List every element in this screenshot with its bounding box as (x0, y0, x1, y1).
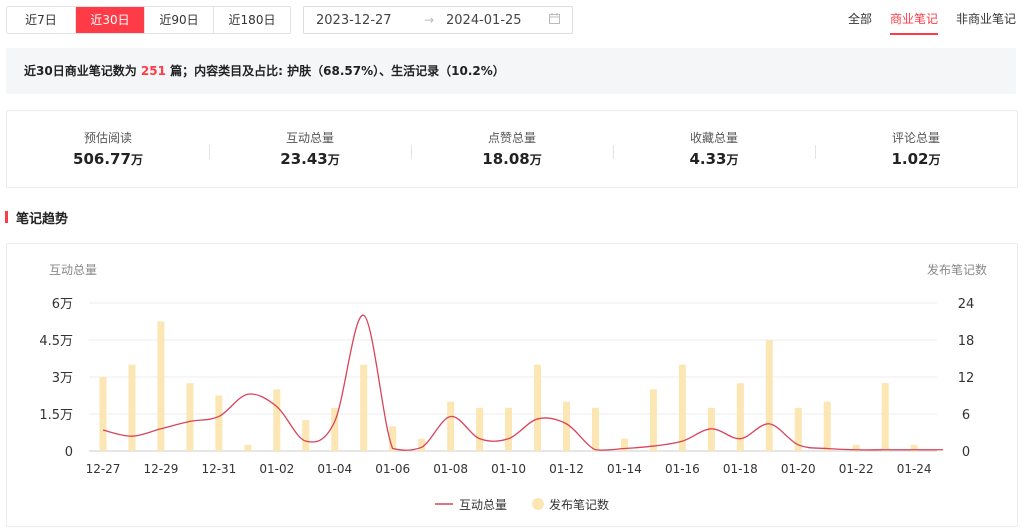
y-right-tick-label: 18 (958, 334, 975, 349)
stat-label: 预估阅读 (83, 131, 132, 145)
date-end[interactable]: 2024-01-25 (446, 13, 522, 28)
bar-mark (823, 401, 831, 451)
note-type-tabs: 全部 商业笔记 非商业笔记 (830, 10, 1016, 35)
stat-value: 506.77万 (73, 150, 143, 168)
bar-mark (215, 395, 223, 451)
stat-value: 23.43万 (280, 150, 340, 168)
x-tick-label: 01-06 (375, 462, 410, 476)
x-tick-label: 01-08 (433, 462, 468, 476)
bar-mark (534, 364, 542, 451)
section-title-accent (5, 211, 8, 223)
x-tick-label: 01-04 (317, 462, 352, 476)
summary-count: 251 (140, 64, 166, 78)
bar-mark (244, 444, 252, 451)
calendar-icon[interactable] (549, 13, 560, 24)
x-tick-label: 01-16 (665, 462, 700, 476)
bar-mark (678, 364, 686, 451)
bar-mark (591, 407, 599, 451)
x-tick-label: 01-22 (839, 462, 874, 476)
stat-likes: 点赞总量 18.08万 (411, 129, 613, 168)
date-range-picker[interactable]: 2023-12-27 → 2024-01-25 (303, 6, 573, 34)
stat-value: 18.08万 (482, 150, 542, 168)
summary-prefix: 近30日商业笔记数为 (24, 64, 137, 78)
y-left-tick-label: 1.5万 (39, 408, 73, 423)
range-tab-180d[interactable]: 近180日 (214, 7, 290, 33)
summary-category-1: 护肤（68.57%） (287, 64, 380, 78)
stats-panel: 预估阅读 506.77万 互动总量 23.43万 点赞总量 18.08万 收藏总… (6, 110, 1018, 188)
legend-label-notes: 发布笔记数 (549, 497, 609, 512)
bar-mark (736, 383, 744, 451)
tab-non-commercial[interactable]: 非商业笔记 (956, 10, 1016, 35)
x-tick-label: 12-31 (201, 462, 236, 476)
bar-mark (765, 340, 773, 451)
section-title: 笔记趋势 (5, 208, 69, 227)
legend-bar-marker (532, 498, 544, 510)
y-left-tick-label: 4.5万 (39, 334, 73, 349)
tab-commercial[interactable]: 商业笔记 (889, 10, 938, 35)
stat-interactions: 互动总量 23.43万 (209, 129, 411, 168)
tab-all[interactable]: 全部 (848, 10, 872, 35)
x-tick-label: 01-20 (781, 462, 816, 476)
stat-label: 评论总量 (891, 131, 940, 145)
y-left-tick-label: 3万 (52, 371, 73, 386)
bar-mark (360, 364, 368, 451)
bar-mark (186, 383, 194, 451)
stat-label: 点赞总量 (487, 131, 536, 145)
bar-mark (302, 420, 310, 451)
y-right-tick-label: 0 (962, 445, 970, 460)
x-tick-label: 01-12 (549, 462, 584, 476)
trend-chart: 互动总量 发布笔记数0 01.5万 63万 124.5万 186万 2412-27 12-29… (39, 262, 987, 512)
stat-favorites: 收藏总量 4.33万 (613, 129, 815, 168)
summary-banner: 近30日商业笔记数为 251 篇；内容类目及占比: 护肤（68.57%）、生活记… (6, 48, 1016, 94)
summary-separator: 、 (379, 64, 392, 78)
x-tick-label: 12-27 (86, 462, 121, 476)
y-right-tick-label: 12 (958, 371, 975, 386)
x-tick-label: 01-18 (723, 462, 758, 476)
legend-label-interactions: 互动总量 (459, 498, 507, 512)
line-series-interactions (102, 314, 944, 451)
y-left-tick-label: 6万 (52, 297, 73, 312)
range-tab-30d[interactable]: 近30日 (76, 7, 145, 33)
stat-comments: 评论总量 1.02万 (815, 129, 1017, 168)
stat-value: 4.33万 (689, 150, 739, 168)
y-right-axis-title: 发布笔记数 (927, 262, 987, 277)
x-tick-label: 01-02 (259, 462, 294, 476)
x-tick-label: 01-14 (607, 462, 642, 476)
x-tick-label: 12-29 (144, 462, 179, 476)
bar-mark (476, 407, 484, 451)
section-title-text: 笔记趋势 (16, 212, 69, 227)
y-right-tick-label: 24 (958, 297, 975, 312)
x-tick-label: 01-10 (491, 462, 526, 476)
stat-estimated-reads: 预估阅读 506.77万 (7, 129, 209, 168)
trend-chart-panel: 互动总量 发布笔记数 0 0 1.5万 6 3万 12 4.5万 18 6万 24 12-27 12-29… (6, 243, 1018, 527)
bar-mark (128, 364, 136, 451)
y-right-tick-label: 6 (962, 408, 970, 423)
y-left-tick-label: 0 (65, 445, 73, 460)
date-separator-arrow: → (424, 13, 435, 27)
summary-suffix: 篇；内容类目及占比: (170, 64, 283, 78)
date-range-tabs: 近7日 近30日 近90日 近180日 (6, 6, 291, 34)
x-tick-label: 01-24 (897, 462, 932, 476)
summary-category-2: 生活记录（10.2%） (391, 64, 505, 78)
range-tab-90d[interactable]: 近90日 (145, 7, 214, 33)
bar-mark (881, 383, 889, 451)
bar-mark (649, 389, 657, 451)
bar-mark (99, 377, 107, 451)
bar-mark (273, 389, 281, 451)
range-tab-7d[interactable]: 近7日 (7, 7, 76, 33)
y-left-axis-title: 互动总量 (49, 263, 97, 277)
bar-mark (505, 407, 513, 451)
stat-label: 互动总量 (285, 131, 334, 145)
bar-mark (447, 401, 455, 451)
bar-mark (157, 321, 165, 451)
bar-mark (563, 401, 571, 451)
date-start[interactable]: 2023-12-27 (316, 13, 392, 28)
stat-value: 1.02万 (891, 150, 941, 168)
stat-label: 收藏总量 (689, 131, 738, 145)
